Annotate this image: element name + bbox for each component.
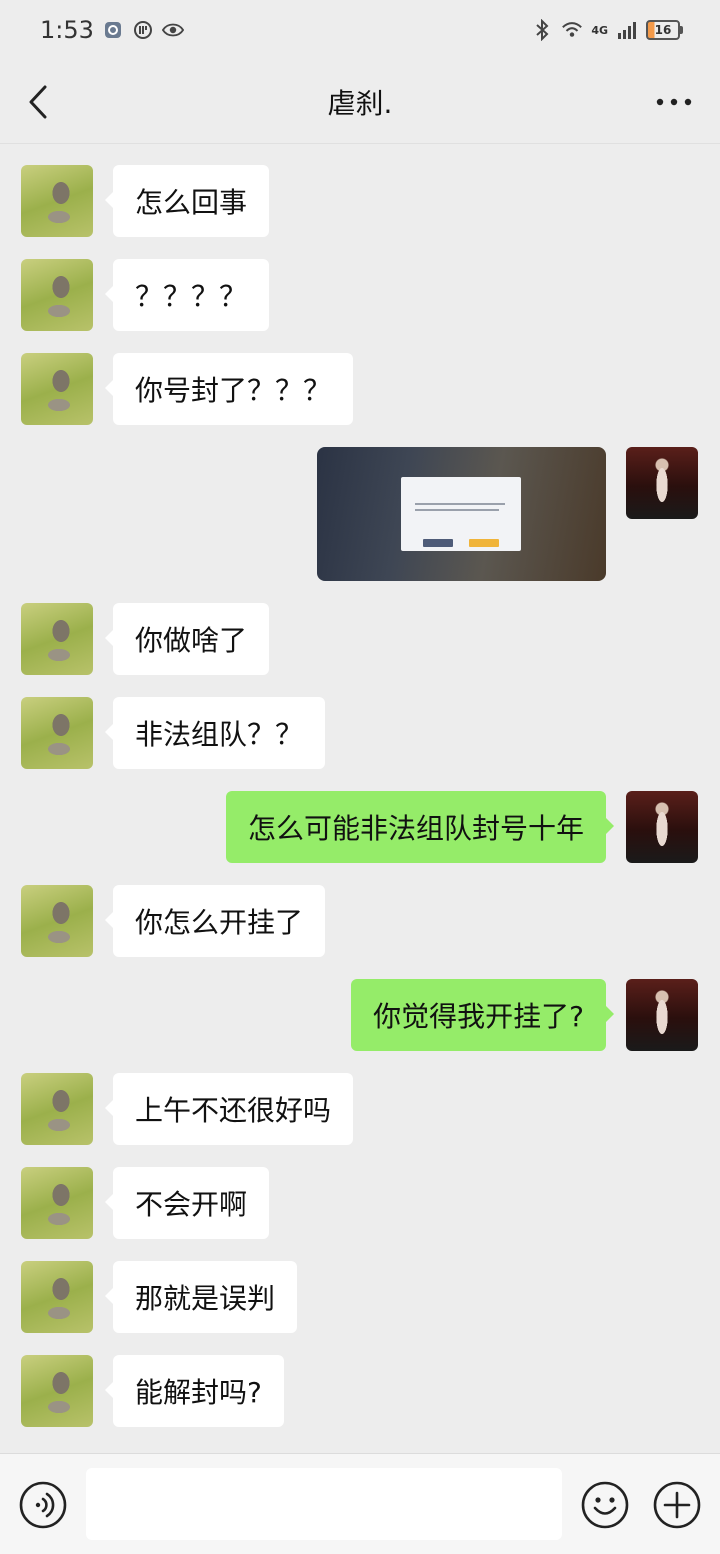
image-text-line xyxy=(415,503,505,505)
message-row: 怎么回事 xyxy=(0,145,720,237)
message-bubble[interactable]: 你怎么开挂了 xyxy=(104,885,326,957)
friend-avatar[interactable] xyxy=(21,165,93,237)
network-type-label: 4G xyxy=(591,23,608,37)
message-row: 你做啥了 xyxy=(0,583,720,675)
message-bubble[interactable]: 你觉得我开挂了? xyxy=(351,979,614,1051)
message-bubble[interactable]: 怎么可能非法组队封号十年 xyxy=(225,791,615,863)
message-bubble[interactable]: 你做啥了 xyxy=(104,603,270,675)
image-text-line xyxy=(415,509,499,511)
message-row: 怎么可能非法组队封号十年 xyxy=(0,771,720,863)
status-bar: 1:53 4G 16 xyxy=(0,0,720,60)
friend-avatar[interactable] xyxy=(21,353,93,425)
message-bubble[interactable]: 能解封吗? xyxy=(105,1355,284,1427)
eye-status-icon xyxy=(161,19,184,41)
message-row: 不会开啊 xyxy=(0,1147,720,1239)
plus-button[interactable] xyxy=(652,1480,702,1530)
settings-status-icon xyxy=(102,19,124,41)
friend-avatar[interactable] xyxy=(21,697,93,769)
input-bar xyxy=(0,1453,720,1554)
friend-avatar[interactable] xyxy=(21,603,93,675)
friend-avatar[interactable] xyxy=(21,1355,93,1427)
plus-icon xyxy=(653,1481,701,1529)
back-button[interactable] xyxy=(18,82,58,122)
chevron-left-icon xyxy=(29,85,47,119)
battery-icon: 16 xyxy=(646,20,683,40)
emoji-icon xyxy=(581,1481,629,1529)
my-avatar[interactable] xyxy=(626,447,698,519)
more-button[interactable] xyxy=(654,82,694,122)
voice-button[interactable] xyxy=(18,1480,68,1530)
emoji-button[interactable] xyxy=(580,1480,630,1530)
image-dialog-button xyxy=(423,539,453,547)
status-left: 1:53 xyxy=(40,16,184,44)
my-avatar[interactable] xyxy=(626,979,698,1051)
bluetooth-icon xyxy=(531,19,553,41)
message-bubble[interactable]: 不会开啊 xyxy=(104,1167,270,1239)
my-avatar[interactable] xyxy=(626,791,698,863)
message-input[interactable] xyxy=(86,1468,562,1540)
image-dialog-button xyxy=(469,539,499,547)
message-row: ？？？？ xyxy=(0,239,720,331)
message-bubble[interactable]: 怎么回事 xyxy=(104,165,270,237)
more-icon xyxy=(656,98,692,106)
chat-header: 虐刹. xyxy=(0,60,720,144)
message-list[interactable]: 怎么回事 ？？？？ 你号封了？？？ 你做啥了 非法组队？？ 怎么可能非法组队封号… xyxy=(0,145,720,1453)
status-time: 1:53 xyxy=(40,16,94,44)
screenshot-image-message[interactable] xyxy=(317,447,606,581)
message-bubble[interactable]: ？？？？ xyxy=(104,259,270,331)
friend-avatar[interactable] xyxy=(21,1167,93,1239)
friend-avatar[interactable] xyxy=(21,885,93,957)
message-row: 你号封了？？？ xyxy=(0,333,720,425)
voice-icon xyxy=(19,1481,67,1529)
message-bubble[interactable]: 上午不还很好吗 xyxy=(104,1073,354,1145)
message-row: 能解封吗? xyxy=(0,1335,720,1427)
message-bubble[interactable]: 那就是误判 xyxy=(104,1261,298,1333)
friend-avatar[interactable] xyxy=(21,259,93,331)
message-row: 你怎么开挂了 xyxy=(0,865,720,957)
message-bubble[interactable]: 非法组队？？ xyxy=(104,697,326,769)
chat-title: 虐刹. xyxy=(327,86,393,120)
friend-avatar[interactable] xyxy=(21,1073,93,1145)
message-bubble[interactable]: 你号封了？？？ xyxy=(104,353,354,425)
status-right: 4G 16 xyxy=(531,19,683,41)
signal-icon xyxy=(616,19,638,41)
image-dialog-preview xyxy=(401,477,521,551)
wifi-icon xyxy=(561,19,583,41)
message-row: 你觉得我开挂了? xyxy=(0,959,720,1051)
battery-level: 16 xyxy=(654,23,672,37)
message-row: 那就是误判 xyxy=(0,1241,720,1333)
message-row: 上午不还很好吗 xyxy=(0,1053,720,1145)
message-row: 非法组队？？ xyxy=(0,677,720,769)
friend-avatar[interactable] xyxy=(21,1261,93,1333)
data-saver-status-icon xyxy=(132,19,154,41)
